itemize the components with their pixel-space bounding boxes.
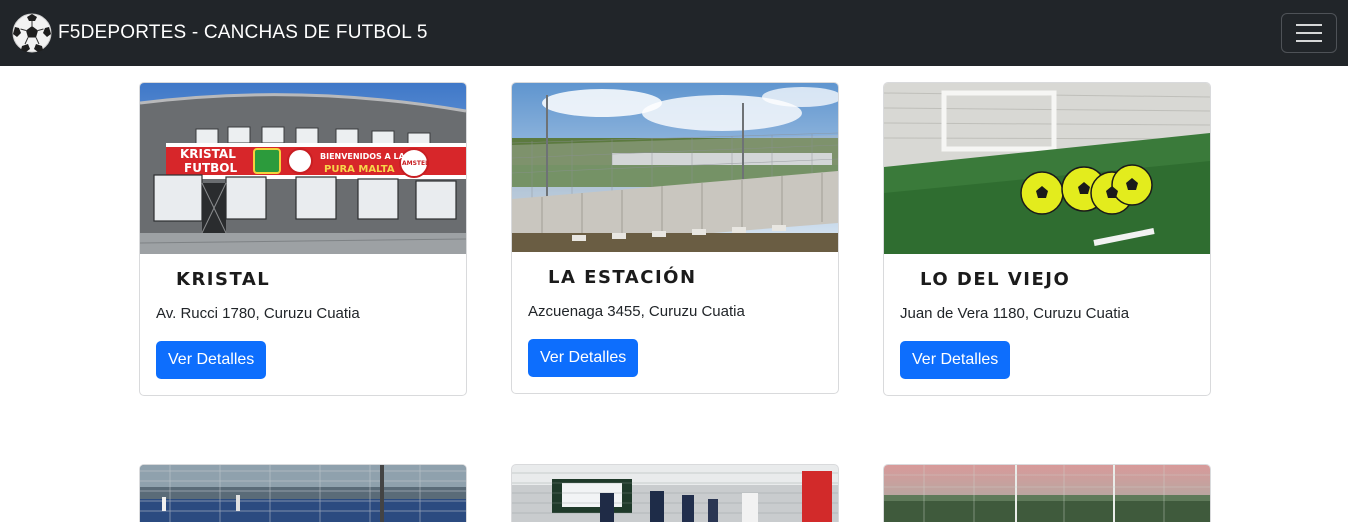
brand-text: F5DEPORTES - CANCHAS DE FUTBOL 5 bbox=[58, 22, 428, 43]
banner-text-amstel: AMSTEL bbox=[402, 160, 429, 167]
field-photo-kristal: KRISTAL FUTBOL BIENVENIDOS A LA PURA MAL… bbox=[140, 83, 466, 254]
banner-text-bienvenidos: BIENVENIDOS A LA bbox=[320, 152, 406, 161]
banner-text-kristal: KRISTAL bbox=[180, 147, 236, 161]
menu-toggle-button[interactable] bbox=[1281, 13, 1337, 53]
field-card-6 bbox=[883, 464, 1211, 522]
field-photo-4 bbox=[140, 465, 466, 522]
ver-detalles-button[interactable]: Ver Detalles bbox=[900, 341, 1011, 379]
hamburger-menu-icon bbox=[1296, 24, 1322, 42]
field-card-4 bbox=[139, 464, 467, 522]
field-card-la-estacion: LA ESTACIÓN Azcuenaga 3455, Curuzu Cuati… bbox=[511, 82, 839, 394]
card-address: Azcuenaga 3455, Curuzu Cuatia bbox=[528, 303, 745, 320]
field-photo-la-estacion bbox=[512, 83, 838, 252]
field-photo-lo-del-viejo bbox=[884, 83, 1210, 254]
field-card-5 bbox=[511, 464, 839, 522]
card-title: LO DEL VIEJO bbox=[920, 269, 1071, 290]
card-title: KRISTAL bbox=[176, 269, 271, 290]
ver-detalles-button[interactable]: Ver Detalles bbox=[156, 341, 267, 379]
field-card-kristal: KRISTAL FUTBOL BIENVENIDOS A LA PURA MAL… bbox=[139, 82, 467, 396]
brand-link[interactable]: F5DEPORTES - CANCHAS DE FUTBOL 5 bbox=[12, 12, 428, 54]
field-photo-6 bbox=[884, 465, 1210, 522]
card-title: LA ESTACIÓN bbox=[548, 267, 697, 288]
navbar: F5DEPORTES - CANCHAS DE FUTBOL 5 bbox=[0, 0, 1348, 66]
field-photo-5 bbox=[512, 465, 838, 522]
banner-text-pura-malta: PURA MALTA bbox=[324, 164, 395, 175]
ver-detalles-button[interactable]: Ver Detalles bbox=[528, 339, 639, 377]
field-card-lo-del-viejo: LO DEL VIEJO Juan de Vera 1180, Curuzu C… bbox=[883, 82, 1211, 396]
banner-text-futbol: FUTBOL bbox=[184, 161, 237, 175]
card-address: Juan de Vera 1180, Curuzu Cuatia bbox=[900, 305, 1130, 322]
card-address: Av. Rucci 1780, Curuzu Cuatia bbox=[156, 305, 360, 322]
soccer-ball-icon bbox=[12, 13, 52, 53]
